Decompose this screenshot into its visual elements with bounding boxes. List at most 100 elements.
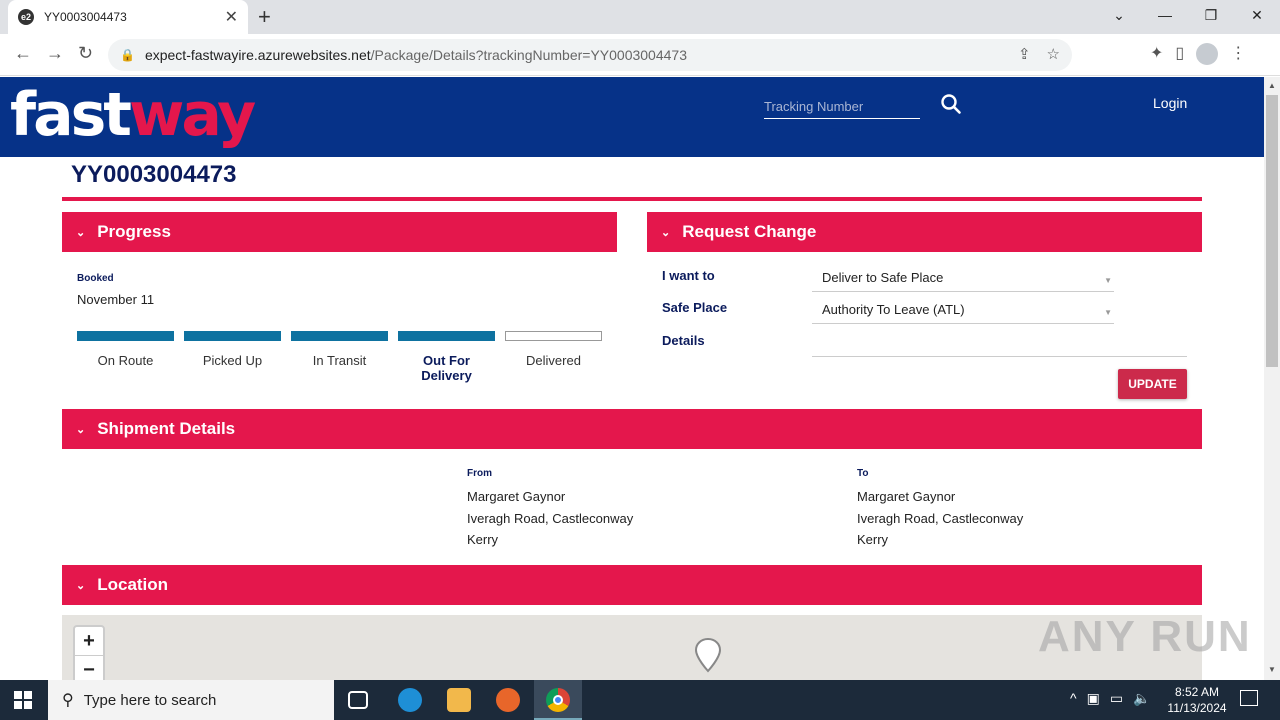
windows-start-icon[interactable] xyxy=(14,691,32,709)
progress-step-bar-picked-up xyxy=(184,331,281,341)
progress-step-bar-out-for-delivery xyxy=(398,331,495,341)
browser-tabbar: e2 YY0003004473 ✕ + ⌄ — ❐ ✕ xyxy=(0,0,1280,34)
from-address: From Margaret Gaynor Iveragh Road, Castl… xyxy=(467,468,633,551)
progress-step-bar-in-transit xyxy=(291,331,388,341)
to-name: Margaret Gaynor xyxy=(857,489,956,504)
to-street: Iveragh Road, Castleconway xyxy=(857,510,1024,526)
dropdown-caret-icon: ▼ xyxy=(1104,276,1112,285)
from-county: Kerry xyxy=(467,532,499,547)
bookmark-star-icon[interactable]: ☆ xyxy=(1047,45,1060,63)
chrome-taskbar-item[interactable] xyxy=(534,680,582,720)
from-street: Iveragh Road, Castleconway xyxy=(467,510,634,526)
i-want-to-select[interactable]: Deliver to Safe Place ▼ xyxy=(812,264,1114,292)
new-tab-icon[interactable]: + xyxy=(258,4,271,30)
tab-search-chevron-icon[interactable]: ⌄ xyxy=(1096,0,1142,30)
volume-icon[interactable]: 🔈 xyxy=(1133,690,1150,707)
search-icon: ⚲ xyxy=(62,692,74,709)
side-panel-icon[interactable]: ▯ xyxy=(1175,43,1184,65)
progress-step-bar-delivered xyxy=(505,331,602,341)
scroll-down-icon[interactable]: ▼ xyxy=(1268,665,1276,674)
shipment-details-panel-header[interactable]: ⌄ Shipment Details xyxy=(62,409,1202,449)
to-label: To xyxy=(857,468,869,479)
taskbar-search-box[interactable]: ⚲ Type here to search xyxy=(48,680,334,720)
progress-panel-header[interactable]: ⌄ Progress xyxy=(62,212,617,252)
login-link[interactable]: Login xyxy=(1153,95,1187,111)
system-tray: ^ ▣ ▭ 🔈 xyxy=(1070,690,1150,707)
page-scrollbar[interactable]: ▲ ▼ xyxy=(1264,77,1280,680)
close-window-icon[interactable]: ✕ xyxy=(1234,0,1280,30)
to-address: To Margaret Gaynor Iveragh Road, Castlec… xyxy=(857,468,1023,551)
minimize-icon[interactable]: — xyxy=(1142,0,1188,30)
booked-label: Booked xyxy=(77,273,114,284)
browser-toolbar: ← → ↻ 🔒 expect-fastwayire.azurewebsites.… xyxy=(0,34,1280,76)
taskbar-clock[interactable]: 8:52 AM 11/13/2024 xyxy=(1160,684,1234,716)
taskbar-search-placeholder: Type here to search xyxy=(83,691,217,709)
progress-step-label: Picked Up xyxy=(202,353,263,368)
map-marker-icon[interactable] xyxy=(694,637,722,673)
fastway-logo[interactable]: fastway xyxy=(10,79,256,151)
page-title: YY0003004473 xyxy=(71,161,237,188)
url-host: expect-fastwayire.azurewebsites.net xyxy=(144,47,371,63)
title-divider xyxy=(62,197,1202,201)
to-county: Kerry xyxy=(857,532,889,547)
extensions-icon[interactable]: ✦ xyxy=(1150,43,1163,65)
request-change-title: Request Change xyxy=(682,222,817,241)
tracking-number-input[interactable] xyxy=(764,95,920,119)
window-controls: ⌄ — ❐ ✕ xyxy=(1096,0,1280,30)
edge-icon[interactable] xyxy=(398,688,422,712)
progress-step-label: On Route xyxy=(97,353,154,368)
progress-step-label-current: Out For Delivery xyxy=(421,353,472,383)
share-icon[interactable]: ⇪ xyxy=(1018,45,1031,63)
from-label: From xyxy=(467,468,492,479)
location-panel-header[interactable]: ⌄ Location xyxy=(62,565,1202,605)
lock-icon[interactable]: 🔒 xyxy=(120,48,135,62)
progress-step-label: In Transit xyxy=(312,353,367,368)
site-favicon-icon: e2 xyxy=(18,9,34,25)
tray-chevron-up-icon[interactable]: ^ xyxy=(1070,690,1077,707)
profile-avatar[interactable] xyxy=(1196,43,1219,65)
details-label: Details xyxy=(662,333,705,348)
site-header: fastway Login xyxy=(0,77,1264,157)
zoom-in-button[interactable]: + xyxy=(75,627,103,656)
i-want-to-label: I want to xyxy=(662,268,715,283)
shipment-details-title: Shipment Details xyxy=(97,419,236,438)
chevron-down-icon: ⌄ xyxy=(661,226,671,239)
location-map[interactable]: + − xyxy=(62,615,1202,687)
back-icon[interactable]: ← xyxy=(14,43,32,64)
clock-time: 8:52 AM xyxy=(1174,685,1220,699)
safe-place-label: Safe Place xyxy=(662,300,728,315)
scroll-thumb[interactable] xyxy=(1266,95,1278,367)
details-input[interactable] xyxy=(812,329,1187,357)
tab-title: YY0003004473 xyxy=(44,10,127,24)
tab-close-icon[interactable]: ✕ xyxy=(225,7,238,27)
scroll-up-icon[interactable]: ▲ xyxy=(1268,81,1276,90)
address-bar[interactable]: 🔒 expect-fastwayire.azurewebsites.net/Pa… xyxy=(108,39,1072,71)
progress-step-bar-on-route xyxy=(77,331,174,341)
chevron-down-icon: ⌄ xyxy=(76,579,86,592)
file-explorer-icon[interactable] xyxy=(447,688,471,712)
tray-app-icon[interactable]: ▣ xyxy=(1087,690,1100,707)
reload-icon[interactable]: ↻ xyxy=(78,43,93,64)
from-name: Margaret Gaynor xyxy=(467,489,566,504)
notification-icon[interactable] xyxy=(1240,690,1258,706)
request-change-panel-header[interactable]: ⌄ Request Change xyxy=(647,212,1202,252)
update-button[interactable]: UPDATE xyxy=(1118,369,1187,399)
restore-icon[interactable]: ❐ xyxy=(1188,0,1234,30)
dropdown-caret-icon: ▼ xyxy=(1104,308,1112,317)
firefox-icon[interactable] xyxy=(496,688,520,712)
booked-date: November 11 xyxy=(77,292,155,307)
menu-kebab-icon[interactable]: ⋮ xyxy=(1230,43,1246,65)
map-zoom-control: + − xyxy=(73,625,105,687)
clock-date: 11/13/2024 xyxy=(1167,701,1227,715)
search-icon[interactable] xyxy=(940,93,962,115)
progress-step-label: Delivered xyxy=(526,353,581,368)
location-title: Location xyxy=(97,575,169,594)
chrome-icon xyxy=(546,688,570,712)
browser-tab[interactable]: e2 YY0003004473 ✕ xyxy=(8,0,248,34)
network-icon[interactable]: ▭ xyxy=(1110,690,1123,707)
forward-icon[interactable]: → xyxy=(46,43,64,64)
windows-taskbar: ⚲ Type here to search ^ ▣ ▭ 🔈 8:52 AM 11… xyxy=(0,680,1280,720)
safe-place-select[interactable]: Authority To Leave (ATL) ▼ xyxy=(812,296,1114,324)
task-view-icon[interactable] xyxy=(348,691,368,709)
anyrun-watermark: ANY RUN xyxy=(1038,612,1252,661)
